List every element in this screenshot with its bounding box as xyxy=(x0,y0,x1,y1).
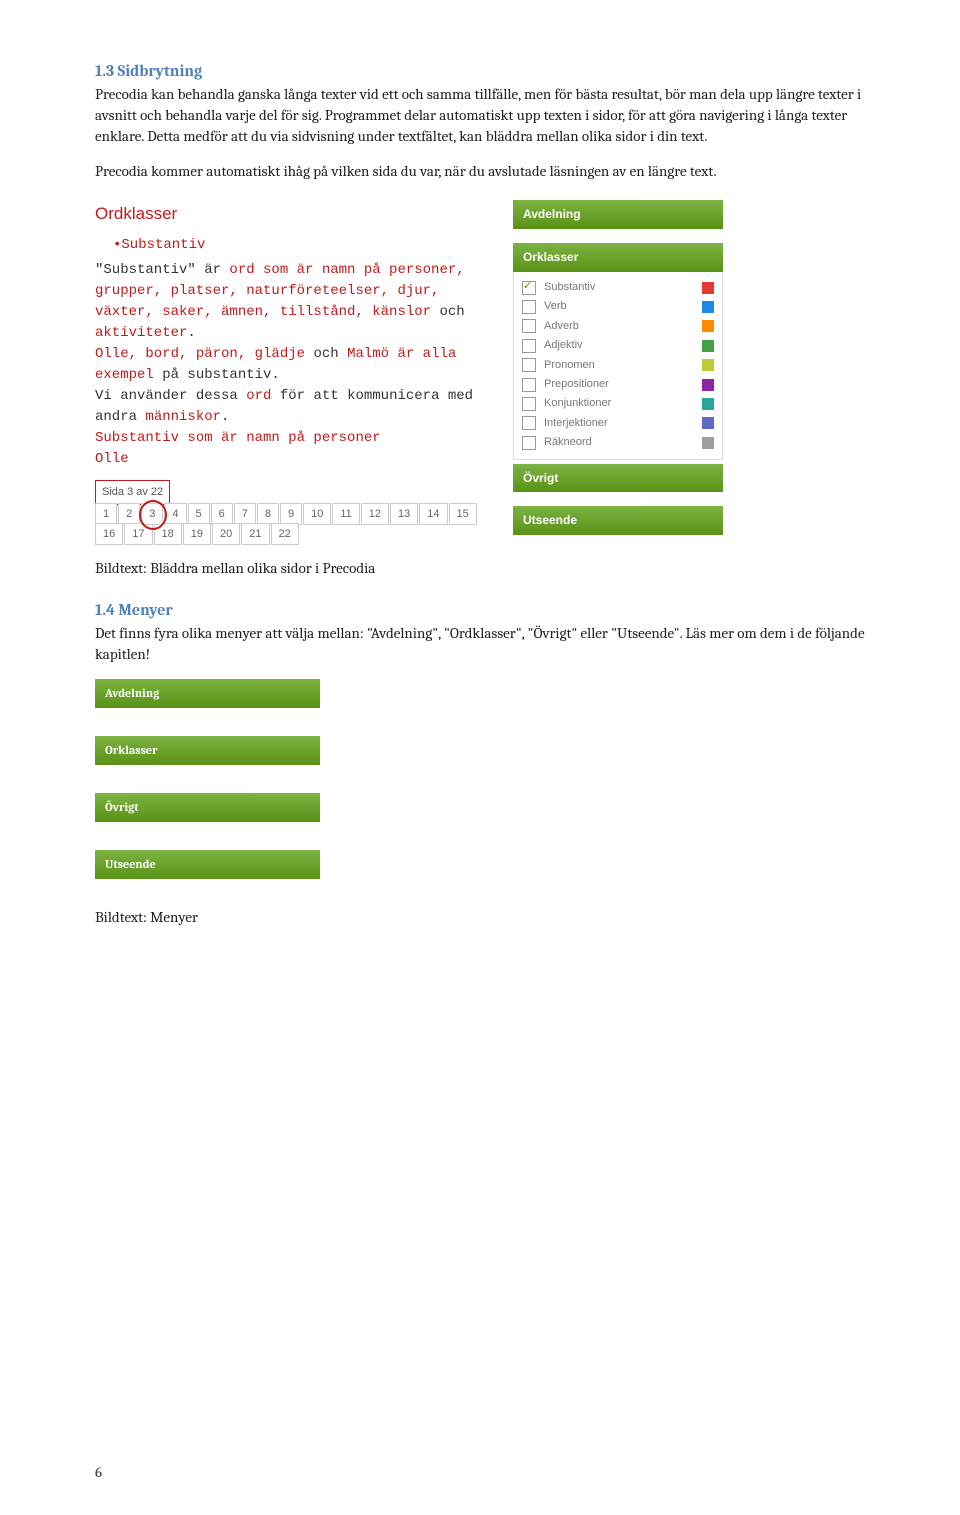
checkbox-icon[interactable] xyxy=(522,378,536,392)
figure-2-menus: Avdelning Orklasser Övrigt Utseende xyxy=(95,679,870,878)
sidebar-panel: Avdelning Orklasser Substantiv Verb Adverb… xyxy=(513,196,723,542)
checkbox-icon[interactable] xyxy=(522,319,536,333)
accordion-ovrigt[interactable]: Övrigt xyxy=(513,464,723,493)
color-swatch-icon xyxy=(702,340,714,352)
menu-utseende[interactable]: Utseende xyxy=(95,850,320,879)
pager-page-2[interactable]: 2 xyxy=(118,503,140,525)
accordion-utseende[interactable]: Utseende xyxy=(513,506,723,535)
color-swatch-icon xyxy=(702,359,714,371)
pager: Sida 3 av 22 123456789101112131415 xyxy=(95,480,485,523)
orklasser-item-substantiv[interactable]: Substantiv xyxy=(522,278,714,297)
color-swatch-icon xyxy=(702,398,714,410)
page-number: 6 xyxy=(95,1462,102,1483)
checkbox-icon[interactable] xyxy=(522,436,536,450)
pager-page-4[interactable]: 4 xyxy=(164,503,186,525)
menu-orklasser[interactable]: Orklasser xyxy=(95,736,320,765)
color-swatch-icon xyxy=(702,282,714,294)
pager-page-22[interactable]: 22 xyxy=(271,523,299,545)
pager-page-15[interactable]: 15 xyxy=(449,503,477,525)
section-1-3-paragraph-2: Precodia kommer automatiskt ihåg på vilk… xyxy=(95,161,870,182)
section-1-4-title: 1.4 Menyer xyxy=(95,599,870,621)
pager-page-14[interactable]: 14 xyxy=(419,503,447,525)
accordion-orklasser[interactable]: Orklasser xyxy=(513,243,723,272)
pager-page-5[interactable]: 5 xyxy=(188,503,210,525)
pager-page-7[interactable]: 7 xyxy=(234,503,256,525)
orklasser-item-verb[interactable]: Verb xyxy=(522,297,714,316)
pager-page-1[interactable]: 1 xyxy=(95,503,117,525)
checkbox-icon[interactable] xyxy=(522,358,536,372)
pager-page-8[interactable]: 8 xyxy=(257,503,279,525)
orklasser-label: Prepositioner xyxy=(544,377,702,392)
orklasser-item-adverb[interactable]: Adverb xyxy=(522,317,714,336)
figure-2-caption: Bildtext: Menyer xyxy=(95,907,870,928)
orklasser-item-interjektioner[interactable]: Interjektioner xyxy=(522,414,714,433)
orklasser-label: Adverb xyxy=(544,319,702,334)
figure-1-caption: Bildtext: Bläddra mellan olika sidor i P… xyxy=(95,558,870,579)
menu-ovrigt[interactable]: Övrigt xyxy=(95,793,320,822)
reader-heading: Ordklasser xyxy=(95,202,485,226)
orklasser-label: Pronomen xyxy=(544,358,702,373)
menu-avdelning[interactable]: Avdelning xyxy=(95,679,320,708)
orklasser-label: Interjektioner xyxy=(544,416,702,431)
orklasser-label: Räkneord xyxy=(544,435,702,450)
orklasser-item-adjektiv[interactable]: Adjektiv xyxy=(522,336,714,355)
reader-panel: Ordklasser •Substantiv "Substantiv" är o… xyxy=(95,196,485,542)
pager-page-21[interactable]: 21 xyxy=(241,523,269,545)
pager-page-20[interactable]: 20 xyxy=(212,523,240,545)
color-swatch-icon xyxy=(702,379,714,391)
section-1-3-paragraph-1: Precodia kan behandla ganska långa texte… xyxy=(95,84,870,147)
orklasser-label: Verb xyxy=(544,299,702,314)
orklasser-item-pronomen[interactable]: Pronomen xyxy=(522,356,714,375)
orklasser-item-konjunktioner[interactable]: Konjunktioner xyxy=(522,394,714,413)
orklasser-label: Adjektiv xyxy=(544,338,702,353)
checkbox-icon[interactable] xyxy=(522,339,536,353)
orklasser-list: Substantiv Verb Adverb Adjektiv Pronomen Prep… xyxy=(513,272,723,460)
pager-page-3[interactable]: 3 xyxy=(141,503,163,525)
figure-1-precodia-ui: Ordklasser •Substantiv "Substantiv" är o… xyxy=(95,196,870,542)
section-1-4-paragraph-1: Det finns fyra olika menyer att välja me… xyxy=(95,623,870,665)
orklasser-item-prepositioner[interactable]: Prepositioner xyxy=(522,375,714,394)
reader-bullet: •Substantiv xyxy=(113,236,485,256)
orklasser-item-räkneord[interactable]: Räkneord xyxy=(522,433,714,452)
color-swatch-icon xyxy=(702,417,714,429)
pager-page-19[interactable]: 19 xyxy=(183,523,211,545)
pager-page-16[interactable]: 16 xyxy=(95,523,123,545)
orklasser-label: Substantiv xyxy=(544,280,702,295)
pager-page-12[interactable]: 12 xyxy=(361,503,389,525)
checkbox-icon[interactable] xyxy=(522,281,536,295)
pager-page-13[interactable]: 13 xyxy=(390,503,418,525)
pager-page-10[interactable]: 10 xyxy=(303,503,331,525)
color-swatch-icon xyxy=(702,320,714,332)
checkbox-icon[interactable] xyxy=(522,300,536,314)
orklasser-label: Konjunktioner xyxy=(544,396,702,411)
pager-page-11[interactable]: 11 xyxy=(332,503,359,525)
pager-page-9[interactable]: 9 xyxy=(280,503,302,525)
color-swatch-icon xyxy=(702,301,714,313)
color-swatch-icon xyxy=(702,437,714,449)
pager-page-6[interactable]: 6 xyxy=(211,503,233,525)
checkbox-icon[interactable] xyxy=(522,397,536,411)
section-1-3-title: 1.3 Sidbrytning xyxy=(95,60,870,82)
reader-body: "Substantiv" är ord som är namn på perso… xyxy=(95,260,485,470)
checkbox-icon[interactable] xyxy=(522,416,536,430)
accordion-avdelning[interactable]: Avdelning xyxy=(513,200,723,229)
